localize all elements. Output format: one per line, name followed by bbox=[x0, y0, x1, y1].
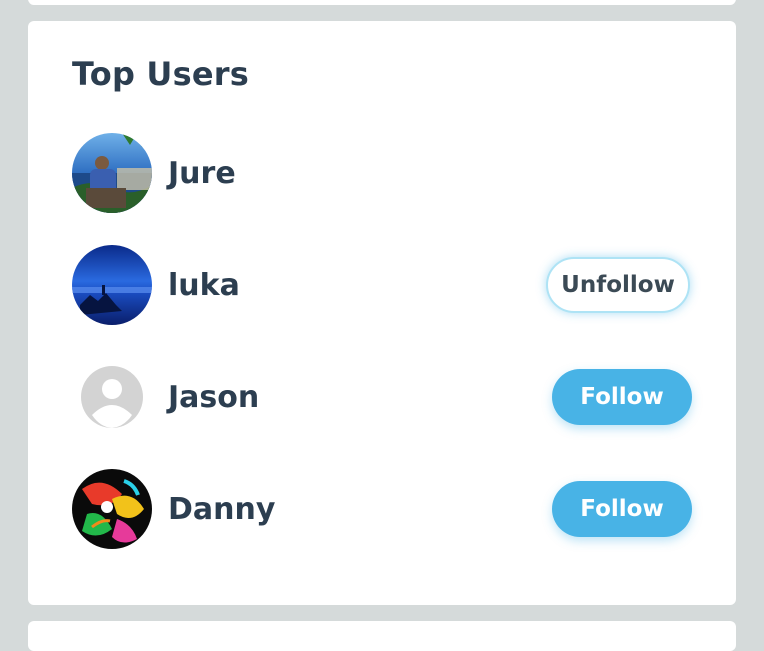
username[interactable]: Danny bbox=[168, 492, 275, 527]
avatar-photo-icon bbox=[72, 133, 152, 213]
unfollow-button[interactable]: Unfollow bbox=[546, 257, 690, 313]
user-row-jason: Jason Follow bbox=[72, 357, 692, 437]
top-users-card: Top Users Jure luka Unfollow Jason Follo… bbox=[28, 21, 736, 605]
card-title: Top Users bbox=[72, 55, 249, 93]
user-row-jure: Jure bbox=[72, 133, 692, 213]
follow-button[interactable]: Follow bbox=[552, 369, 692, 425]
follow-button[interactable]: Follow bbox=[552, 481, 692, 537]
avatar-photo-icon bbox=[72, 469, 152, 549]
previous-card bbox=[28, 0, 736, 5]
next-card bbox=[28, 621, 736, 651]
user-row-luka: luka Unfollow bbox=[72, 245, 692, 325]
avatar[interactable] bbox=[72, 133, 152, 213]
avatar[interactable] bbox=[72, 357, 152, 437]
username[interactable]: luka bbox=[168, 268, 240, 303]
avatar[interactable] bbox=[72, 245, 152, 325]
avatar[interactable] bbox=[72, 469, 152, 549]
default-avatar-icon bbox=[72, 357, 152, 437]
user-row-danny: Danny Follow bbox=[72, 469, 692, 549]
avatar-photo-icon bbox=[72, 245, 152, 325]
username[interactable]: Jure bbox=[168, 156, 236, 191]
username[interactable]: Jason bbox=[168, 380, 259, 415]
